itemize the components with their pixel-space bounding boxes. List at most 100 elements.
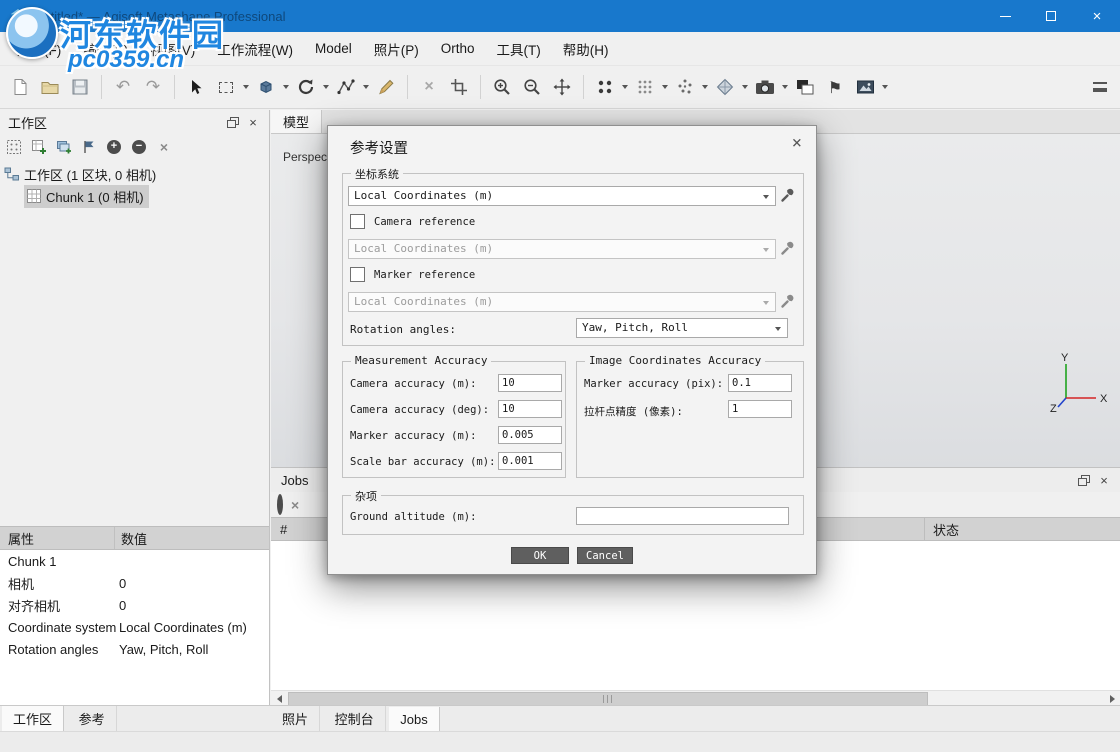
point-cloud-button[interactable] bbox=[590, 72, 620, 102]
add-photos-button[interactable] bbox=[53, 136, 75, 158]
menu-model[interactable]: Model bbox=[304, 32, 363, 65]
select-tool-button[interactable] bbox=[181, 72, 211, 102]
menu-workflow[interactable]: 工作流程(W) bbox=[206, 32, 304, 65]
rectangle-selection-dropdown[interactable] bbox=[241, 72, 251, 102]
undo-button[interactable]: ↶ bbox=[108, 72, 138, 102]
add-chunk-button[interactable] bbox=[28, 136, 50, 158]
scalebar-point-accuracy-input[interactable] bbox=[728, 400, 792, 418]
photo-overlay-button[interactable] bbox=[790, 72, 820, 102]
point-cloud-dropdown[interactable] bbox=[620, 72, 630, 102]
resize-region-button[interactable] bbox=[251, 72, 281, 102]
coordinate-system-select[interactable]: Local Coordinates (m) bbox=[348, 186, 776, 206]
rectangle-selection-button[interactable] bbox=[211, 72, 241, 102]
window-title: Untitled* — Agisoft Metashape Profession… bbox=[34, 9, 285, 24]
rotate-tool-button[interactable] bbox=[291, 72, 321, 102]
menu-photo[interactable]: 照片(P) bbox=[363, 32, 430, 65]
tab-workspace[interactable]: 工作区 bbox=[2, 706, 64, 731]
jobs-float-button[interactable] bbox=[1076, 472, 1092, 488]
polyline-tool-button[interactable] bbox=[331, 72, 361, 102]
menu-tools[interactable]: 工具(T) bbox=[486, 32, 552, 65]
cancel-button[interactable]: Cancel bbox=[577, 547, 633, 564]
chunk-grid-icon bbox=[26, 188, 42, 204]
enable-button[interactable]: + bbox=[103, 136, 125, 158]
property-row: Rotation angles Yaw, Pitch, Roll bbox=[0, 638, 269, 660]
disable-button[interactable]: − bbox=[128, 136, 150, 158]
sparse-cloud-dropdown[interactable] bbox=[700, 72, 710, 102]
ground-altitude-input[interactable] bbox=[576, 507, 789, 525]
resize-region-dropdown[interactable] bbox=[281, 72, 291, 102]
dense-cloud-dropdown[interactable] bbox=[660, 72, 670, 102]
tab-console[interactable]: 控制台 bbox=[324, 706, 386, 731]
status-bar bbox=[0, 731, 1120, 752]
menu-help[interactable]: 帮助(H) bbox=[552, 32, 620, 65]
remove-item-button[interactable]: × bbox=[153, 136, 175, 158]
float-window-icon bbox=[227, 117, 239, 128]
polyline-tool-dropdown[interactable] bbox=[361, 72, 371, 102]
jobs-stop-button[interactable] bbox=[277, 497, 283, 512]
toolbar-menu-button[interactable] bbox=[1085, 72, 1115, 102]
mesh-button[interactable] bbox=[710, 72, 740, 102]
open-button[interactable] bbox=[35, 72, 65, 102]
chevron-down-icon bbox=[763, 195, 769, 199]
camera-accuracy-deg-input[interactable] bbox=[498, 400, 562, 418]
marker-accuracy-m-input[interactable] bbox=[498, 426, 562, 444]
ok-button[interactable]: OK bbox=[511, 547, 569, 564]
tab-photos[interactable]: 照片 bbox=[271, 706, 320, 731]
workspace-grid-button[interactable] bbox=[3, 136, 25, 158]
axis-x-label: X bbox=[1100, 393, 1108, 405]
mesh-dropdown[interactable] bbox=[740, 72, 750, 102]
add-chunk-icon bbox=[31, 139, 47, 155]
draw-tool-button[interactable] bbox=[371, 72, 401, 102]
rotation-angles-select[interactable]: Yaw, Pitch, Roll bbox=[576, 318, 788, 338]
new-document-button[interactable] bbox=[5, 72, 35, 102]
zoom-out-button[interactable] bbox=[517, 72, 547, 102]
flag-button[interactable]: ⚑ bbox=[820, 72, 850, 102]
camera-accuracy-m-input[interactable] bbox=[498, 374, 562, 392]
ortho-image-button[interactable] bbox=[850, 72, 880, 102]
close-button[interactable]: × bbox=[1074, 0, 1120, 32]
sparse-cloud-button[interactable] bbox=[670, 72, 700, 102]
workspace-close-button[interactable]: × bbox=[245, 114, 261, 130]
minimize-button[interactable] bbox=[982, 0, 1028, 32]
rotate-tool-dropdown[interactable] bbox=[321, 72, 331, 102]
camera-reference-checkbox[interactable] bbox=[350, 214, 365, 229]
tab-model[interactable]: 模型 bbox=[271, 110, 322, 133]
menu-edit[interactable]: 编辑(E) bbox=[72, 32, 139, 65]
maximize-button[interactable] bbox=[1028, 0, 1074, 32]
dense-cloud-button[interactable] bbox=[630, 72, 660, 102]
ground-altitude-label: Ground altitude (m): bbox=[350, 511, 476, 523]
add-marker-button[interactable] bbox=[78, 136, 100, 158]
menu-view[interactable]: 视图(V) bbox=[139, 32, 206, 65]
delete-button[interactable]: × bbox=[414, 72, 444, 102]
marker-accuracy-pix-label: Marker accuracy (pix): bbox=[584, 378, 723, 390]
save-button[interactable] bbox=[65, 72, 95, 102]
navigation-button[interactable] bbox=[547, 72, 577, 102]
property-name: Coordinate system bbox=[0, 620, 115, 635]
tree-row-workspace[interactable]: 工作区 (1 区块, 0 相机) bbox=[0, 163, 269, 185]
zoom-out-icon bbox=[523, 78, 541, 96]
scalebar-accuracy-input[interactable] bbox=[498, 452, 562, 470]
coordinate-system-settings-button[interactable] bbox=[780, 188, 796, 204]
tab-jobs[interactable]: Jobs bbox=[389, 707, 439, 732]
camera-view-dropdown[interactable] bbox=[780, 72, 790, 102]
ortho-image-dropdown[interactable] bbox=[880, 72, 890, 102]
zoom-in-button[interactable] bbox=[487, 72, 517, 102]
dialog-close-button[interactable]: × bbox=[792, 135, 802, 152]
rotation-angles-value: Yaw, Pitch, Roll bbox=[582, 321, 688, 334]
redo-button[interactable]: ↷ bbox=[138, 72, 168, 102]
jobs-close-button[interactable]: × bbox=[1096, 472, 1112, 488]
camera-view-button[interactable] bbox=[750, 72, 780, 102]
marker-accuracy-pix-input[interactable] bbox=[728, 374, 792, 392]
marker-coordinate-settings-button[interactable] bbox=[780, 294, 796, 310]
menu-file[interactable]: 文件(F) bbox=[6, 32, 72, 65]
crop-button[interactable] bbox=[444, 72, 474, 102]
menu-ortho[interactable]: Ortho bbox=[430, 32, 486, 65]
tree-row-chunk[interactable]: Chunk 1 (0 相机) bbox=[0, 185, 269, 207]
tab-reference[interactable]: 参考 bbox=[68, 706, 117, 731]
marker-reference-checkbox[interactable] bbox=[350, 267, 365, 282]
camera-coordinate-settings-button[interactable] bbox=[780, 241, 796, 257]
dense-points-icon bbox=[636, 78, 654, 96]
workspace-float-button[interactable] bbox=[225, 114, 241, 130]
scrollbar-thumb[interactable] bbox=[288, 692, 928, 706]
jobs-cancel-button[interactable]: × bbox=[291, 497, 299, 513]
